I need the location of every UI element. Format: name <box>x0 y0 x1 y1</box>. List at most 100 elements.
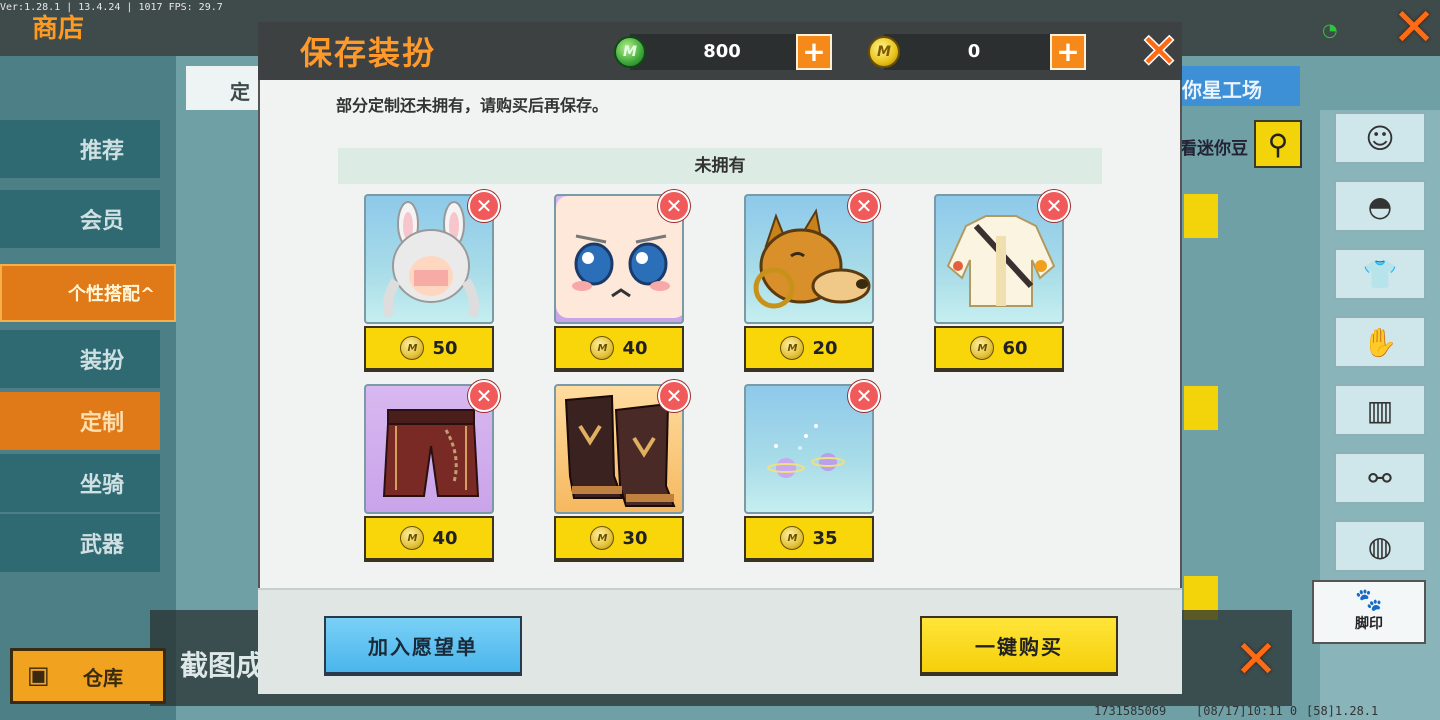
close-icon: ✕ <box>855 384 873 408</box>
remove-item-button[interactable]: ✕ <box>848 190 880 222</box>
mini-coin-icon: M <box>590 336 615 360</box>
shop-title: 商店 <box>32 14 85 44</box>
dialog-title: 保存装扮 <box>300 34 437 72</box>
add-gems-button[interactable]: + <box>796 34 832 70</box>
close-icon: ✕ <box>665 194 683 218</box>
category-shirt-button[interactable]: 👕 <box>1334 248 1426 300</box>
price-button[interactable]: M 40 <box>554 326 684 372</box>
price-value: 40 <box>622 337 648 359</box>
close-icon: ✕ <box>475 194 493 218</box>
timestamp: [08/17]10:11 0 <box>1196 704 1298 718</box>
sidebar-item-label: 装扮 <box>80 349 125 374</box>
sidebar-item-label: 个性搭配^ <box>68 284 156 305</box>
mini-coin-icon: M <box>780 336 805 360</box>
add-coins-button[interactable]: + <box>1050 34 1086 70</box>
category-shoes-button[interactable]: ⚯ <box>1334 452 1426 504</box>
build-number: [58]1.28.1 <box>1306 704 1379 718</box>
gem-amount: 800 <box>703 41 741 62</box>
sidebar-item-custom[interactable]: 定制 <box>0 392 160 450</box>
close-icon: ✕ <box>475 384 493 408</box>
item-price-bar <box>1184 386 1218 430</box>
close-icon: ✕ <box>1045 194 1063 218</box>
face-icon: ☺ <box>1365 121 1395 155</box>
warehouse-button[interactable]: ▣ 仓库 <box>10 648 166 704</box>
category-face-button[interactable]: ☺ <box>1334 112 1426 164</box>
section-title: 未拥有 <box>338 148 1102 184</box>
sidebar-item-member[interactable]: 会员 <box>0 190 160 248</box>
hand-icon: ✋ <box>1362 325 1398 359</box>
close-icon: ✕ <box>855 194 873 218</box>
sidebar-item-label: 会员 <box>80 209 125 234</box>
gem-balance: 800 <box>630 34 800 70</box>
category-footprint-button[interactable]: 🐾 脚印 <box>1312 580 1426 644</box>
remove-item-button[interactable]: ✕ <box>468 380 500 412</box>
mini-coin-icon: M <box>970 336 995 360</box>
search-hint: 看迷你豆 <box>1180 139 1248 159</box>
paw-icon: 🐾 <box>1355 588 1383 613</box>
category-backpack-button[interactable]: ◍ <box>1334 520 1426 572</box>
coin-amount: 0 <box>967 41 981 62</box>
sidebar-item-label: 推荐 <box>80 139 125 164</box>
category-pants-button[interactable]: ▥ <box>1334 384 1426 436</box>
buy-all-button[interactable]: 一键购买 <box>920 616 1118 676</box>
chest-icon: ▣ <box>27 661 50 689</box>
sidebar-item-outfit-combo[interactable]: 个性搭配^ <box>0 264 176 322</box>
mini-coin-icon: M <box>590 526 615 550</box>
shoes-icon: ⚯ <box>1368 461 1392 495</box>
price-value: 50 <box>432 337 458 359</box>
mask-icon: ◓ <box>1367 189 1393 223</box>
remove-item-button[interactable]: ✕ <box>658 380 690 412</box>
plus-icon: + <box>802 35 826 68</box>
sidebar-item-recommend[interactable]: 推荐 <box>0 120 160 178</box>
price-button[interactable]: M 35 <box>744 516 874 562</box>
price-button[interactable]: M 60 <box>934 326 1064 372</box>
tab-custom[interactable]: 定 <box>186 66 266 110</box>
add-to-wishlist-button[interactable]: 加入愿望单 <box>324 616 522 676</box>
mini-coin-icon: M <box>868 36 900 68</box>
tab-mini-workshop[interactable]: 你星工场 <box>1176 66 1300 106</box>
price-button[interactable]: M 40 <box>364 516 494 562</box>
sidebar-item-mount[interactable]: 坐骑 <box>0 454 160 512</box>
footprint-label: 脚印 <box>1355 616 1383 632</box>
search-button[interactable]: ⚲ <box>1254 120 1302 168</box>
player-id: 1731585069 <box>1094 704 1167 718</box>
sidebar-item-label: 武器 <box>80 533 125 558</box>
close-dialog-button[interactable]: ✕ <box>1138 28 1180 74</box>
sidebar-item-label: 定制 <box>80 411 125 436</box>
remove-item-button[interactable]: ✕ <box>468 190 500 222</box>
wifi-icon: ◔ <box>1322 20 1338 41</box>
plus-icon: + <box>1056 35 1080 68</box>
price-value: 35 <box>812 527 838 549</box>
sidebar-item-weapon[interactable]: 武器 <box>0 514 160 572</box>
price-button[interactable]: M 50 <box>364 326 494 372</box>
pants-icon: ▥ <box>1366 393 1394 427</box>
price-value: 30 <box>622 527 648 549</box>
price-button[interactable]: M 20 <box>744 326 874 372</box>
category-mask-button[interactable]: ◓ <box>1334 180 1426 232</box>
mini-coin-icon: M <box>400 336 425 360</box>
mini-coin-icon: M <box>780 526 805 550</box>
coin-balance: 0 <box>884 34 1050 70</box>
remove-item-button[interactable]: ✕ <box>848 380 880 412</box>
price-button[interactable]: M 30 <box>554 516 684 562</box>
price-value: 60 <box>1002 337 1028 359</box>
screenshot-hint: 截图成 <box>180 649 265 682</box>
item-price-bar <box>1184 194 1218 238</box>
green-gem-icon: M <box>614 36 646 68</box>
sidebar-item-dressup[interactable]: 装扮 <box>0 330 160 388</box>
remove-item-button[interactable]: ✕ <box>658 190 690 222</box>
category-hand-button[interactable]: ✋ <box>1334 316 1426 368</box>
close-screenshot-button[interactable]: ✕ <box>1230 634 1282 686</box>
search-icon: ⚲ <box>1267 127 1289 161</box>
exit-shop-button[interactable]: ✕ <box>1388 2 1440 54</box>
mini-coin-icon: M <box>400 526 425 550</box>
warehouse-label: 仓库 <box>83 665 123 690</box>
backpack-icon: ◍ <box>1367 529 1393 563</box>
shirt-icon: 👕 <box>1362 257 1398 291</box>
close-icon: ✕ <box>1139 24 1179 78</box>
close-icon: ✕ <box>665 384 683 408</box>
remove-item-button[interactable]: ✕ <box>1038 190 1070 222</box>
price-value: 40 <box>432 527 458 549</box>
price-value: 20 <box>812 337 838 359</box>
notice-text: 部分定制还未拥有，请购买后再保存。 <box>336 96 609 115</box>
